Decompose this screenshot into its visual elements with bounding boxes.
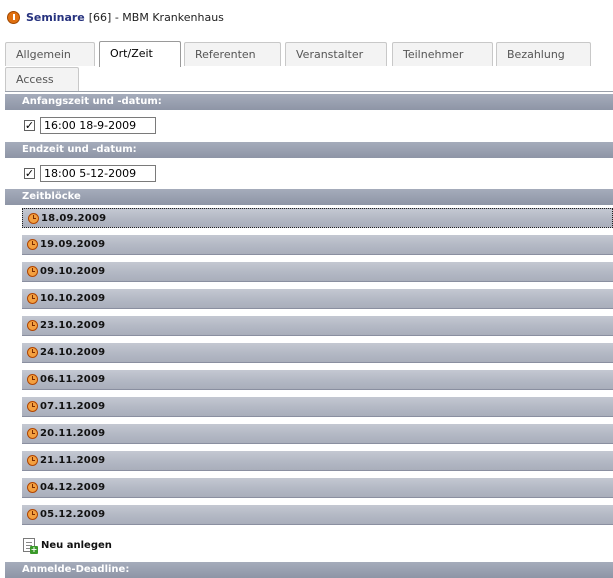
new-block-label: Neu anlegen (41, 539, 112, 551)
time-block-date: 23.10.2009 (40, 320, 106, 331)
time-block-row[interactable]: 05.12.2009 (22, 505, 613, 525)
time-block-date: 19.09.2009 (40, 239, 106, 250)
section-start-heading: Anfangszeit und -datum: (5, 94, 613, 110)
section-end-heading: Endzeit und -datum: (5, 142, 613, 158)
clock-icon (27, 347, 38, 358)
record-title: [66] - MBM Krankenhaus (88, 10, 224, 24)
time-block-date: 18.09.2009 (41, 212, 107, 224)
time-block-row[interactable]: 20.11.2009 (22, 424, 613, 444)
time-block-date: 07.11.2009 (40, 401, 106, 412)
time-block-row[interactable]: 07.11.2009 (22, 397, 613, 417)
clock-icon (27, 320, 38, 331)
time-block-date: 05.12.2009 (40, 509, 106, 520)
start-field-row (24, 116, 156, 134)
new-block-button[interactable]: + Neu anlegen (23, 537, 112, 554)
page-header: Seminare [66] - MBM Krankenhaus (7, 9, 224, 25)
tab-access[interactable]: Access (5, 67, 79, 91)
tab-ort-zeit[interactable]: Ort/Zeit (99, 41, 181, 67)
time-block-row[interactable]: 24.10.2009 (22, 343, 613, 363)
info-icon (7, 10, 20, 24)
time-block-row[interactable]: 04.12.2009 (22, 478, 613, 498)
time-block-row[interactable]: 10.10.2009 (22, 289, 613, 309)
end-datetime-input[interactable] (40, 164, 156, 182)
clock-icon (27, 455, 38, 466)
tab-allgemein[interactable]: Allgemein (5, 42, 95, 66)
time-block-row[interactable]: 18.09.2009 (22, 208, 613, 228)
time-block-date: 04.12.2009 (40, 482, 106, 493)
tab-divider (5, 91, 613, 92)
time-block-date: 20.11.2009 (40, 428, 106, 439)
clock-icon (27, 428, 38, 439)
time-block-row[interactable]: 21.11.2009 (22, 451, 613, 471)
time-block-date: 21.11.2009 (40, 455, 106, 466)
end-checkbox[interactable] (24, 167, 35, 179)
tab-veranstalter[interactable]: Veranstalter (285, 42, 387, 66)
time-block-date: 09.10.2009 (40, 266, 106, 277)
clock-icon (27, 239, 38, 250)
time-block-date: 06.11.2009 (40, 374, 106, 385)
clock-icon (28, 212, 39, 224)
clock-icon (27, 266, 38, 277)
clock-icon (27, 482, 38, 493)
time-block-row[interactable]: 06.11.2009 (22, 370, 613, 390)
tab-bezahlung[interactable]: Bezahlung (496, 42, 591, 66)
start-checkbox[interactable] (24, 119, 35, 131)
time-block-date: 24.10.2009 (40, 347, 106, 358)
time-block-date: 10.10.2009 (40, 293, 106, 304)
tab-teilnehmer[interactable]: Teilnehmer (392, 42, 493, 66)
end-field-row (24, 164, 156, 182)
tab-referenten[interactable]: Referenten (184, 42, 281, 66)
start-datetime-input[interactable] (40, 116, 156, 134)
new-document-icon: + (23, 538, 38, 554)
time-block-row[interactable]: 23.10.2009 (22, 316, 613, 336)
clock-icon (27, 509, 38, 520)
clock-icon (27, 293, 38, 304)
time-block-row[interactable]: 09.10.2009 (22, 262, 613, 282)
module-title: Seminare (26, 10, 85, 24)
clock-icon (27, 401, 38, 412)
section-blocks-heading: Zeitblöcke (5, 189, 613, 205)
time-block-row[interactable]: 19.09.2009 (22, 235, 613, 255)
clock-icon (27, 374, 38, 385)
